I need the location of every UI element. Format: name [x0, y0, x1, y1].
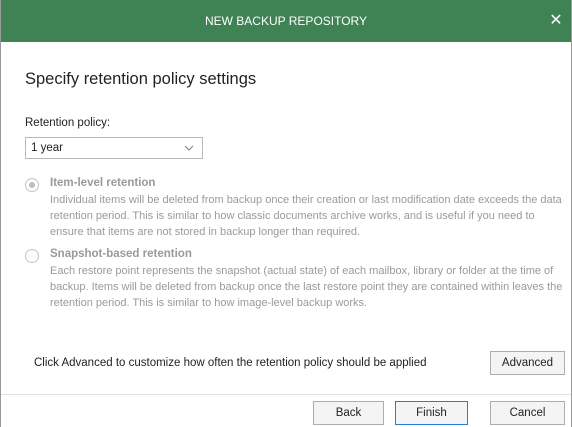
snapshot-based-description: Each restore point represents the snapsh… [50, 265, 563, 309]
back-button[interactable]: Back [313, 401, 384, 425]
snapshot-based-title: Snapshot-based retention [50, 248, 192, 260]
close-button[interactable]: ✕ [541, 0, 571, 42]
advanced-note: Click Advanced to customize how often th… [34, 357, 427, 369]
finish-button[interactable]: Finish [395, 401, 468, 425]
cancel-button[interactable]: Cancel [490, 401, 565, 425]
retention-policy-value: 1 year [31, 142, 63, 154]
page-heading: Specify retention policy settings [25, 70, 257, 88]
close-icon: ✕ [549, 12, 563, 29]
item-level-description: Individual items will be deleted from ba… [50, 194, 562, 238]
retention-policy-select[interactable]: 1 year [25, 137, 203, 159]
chevron-down-icon [184, 138, 194, 158]
footer-divider [1, 394, 571, 395]
advanced-button[interactable]: Advanced [490, 351, 565, 375]
dialog-title: NEW BACKUP REPOSITORY [204, 14, 368, 28]
title-bar: NEW BACKUP REPOSITORY ✕ [1, 0, 571, 42]
item-level-title: Item-level retention [50, 177, 156, 189]
snapshot-based-radio[interactable] [25, 249, 39, 263]
item-level-radio[interactable] [25, 178, 39, 192]
dialog-window: NEW BACKUP REPOSITORY ✕ Specify retentio… [0, 0, 572, 427]
retention-policy-label: Retention policy: [25, 117, 111, 129]
